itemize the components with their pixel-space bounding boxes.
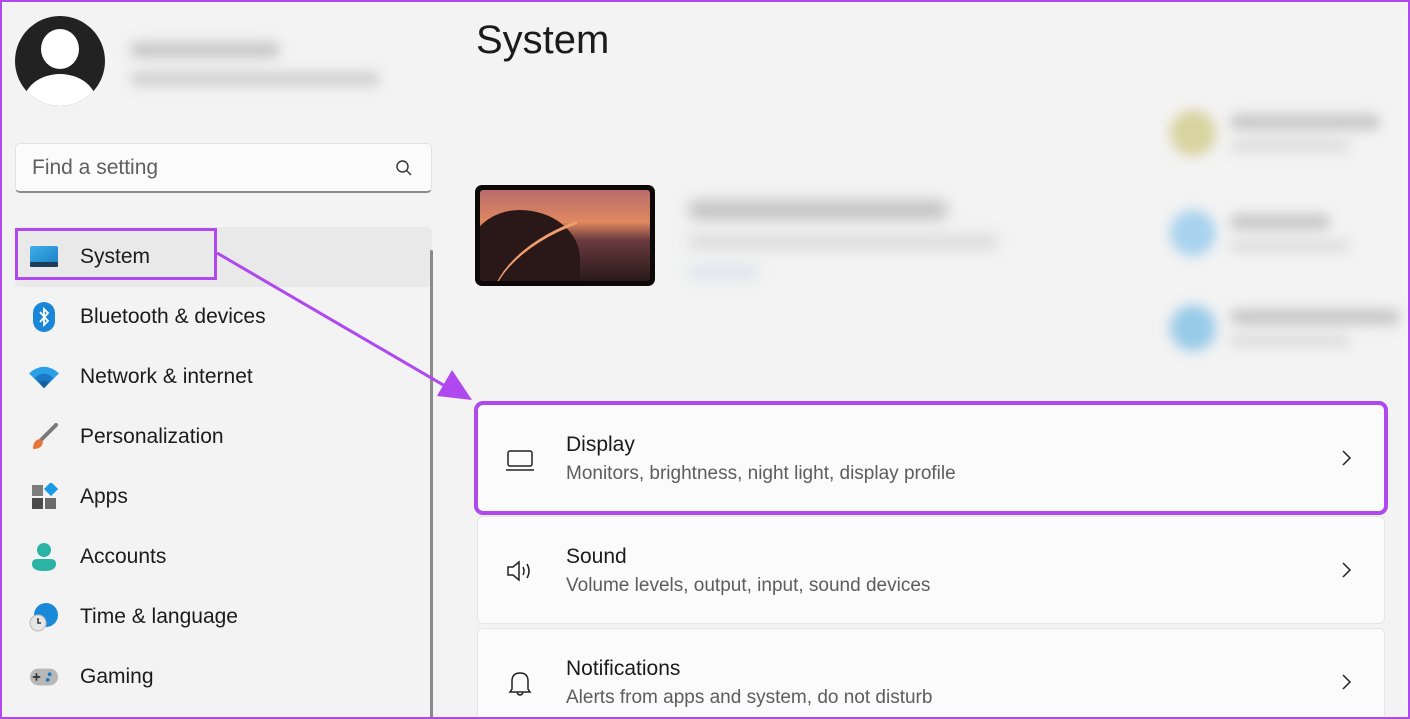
settings-cards: Display Monitors, brightness, night ligh…: [474, 401, 1388, 719]
blurred-status-subtitle: [1230, 240, 1350, 252]
blurred-status-subtitle: [1230, 140, 1350, 152]
chevron-right-icon: [1342, 674, 1352, 690]
sidebar-item-label: Bluetooth & devices: [80, 305, 266, 328]
sidebar-item-label: Time & language: [80, 605, 238, 628]
card-subtitle: Alerts from apps and system, do not dist…: [566, 687, 933, 708]
paintbrush-icon: [29, 422, 59, 452]
blurred-quick-status: [1160, 100, 1410, 370]
blurred-status-subtitle: [1230, 335, 1350, 347]
blurred-status-title: [1230, 214, 1330, 230]
card-sound[interactable]: Sound Volume levels, output, input, soun…: [477, 516, 1385, 624]
speaker-icon: [507, 560, 530, 582]
sidebar-item-label: Gaming: [80, 665, 154, 688]
sidebar-item-label: Apps: [80, 485, 128, 508]
bell-icon: [508, 672, 532, 696]
sidebar-item-label: Personalization: [80, 425, 224, 448]
annotation-arrow-head: [437, 370, 472, 400]
card-title: Sound: [566, 545, 627, 568]
laptop-icon: [506, 450, 534, 471]
card-notifications[interactable]: Notifications Alerts from apps and syste…: [477, 628, 1385, 719]
avatar-body-shape: [23, 74, 97, 106]
sidebar-item-label: Accounts: [80, 545, 167, 568]
sidebar-item-time-language[interactable]: Time & language: [15, 587, 432, 647]
blurred-status-icon: [1170, 110, 1216, 156]
chevron-right-icon: [1342, 562, 1352, 578]
sidebar-item-gaming[interactable]: Gaming: [15, 647, 432, 707]
sidebar-item-apps[interactable]: Apps: [15, 467, 432, 527]
blurred-status-title: [1230, 114, 1380, 130]
sidebar-item-network[interactable]: Network & internet: [15, 347, 432, 407]
blurred-rename-link: [688, 265, 758, 279]
apps-icon: [29, 482, 59, 512]
avatar-head-shape: [41, 29, 79, 69]
blurred-device-info: [678, 180, 1008, 300]
blurred-status-item: [1160, 295, 1410, 365]
annotation-highlight-system: [15, 228, 217, 280]
user-avatar[interactable]: [15, 16, 105, 106]
sidebar-item-personalization[interactable]: Personalization: [15, 407, 432, 467]
wifi-icon: [29, 362, 59, 392]
blurred-device-model: [688, 235, 998, 249]
card-subtitle: Volume levels, output, input, sound devi…: [566, 575, 931, 596]
chevron-right-icon: [1342, 450, 1352, 466]
blurred-user-info: [120, 20, 392, 108]
sidebar: System Bluetooth & devices Network & int…: [0, 0, 440, 719]
search-icon[interactable]: [395, 159, 413, 177]
sidebar-scrollbar[interactable]: [430, 250, 433, 719]
gamepad-icon: [29, 662, 59, 692]
card-title: Display: [566, 433, 635, 456]
card-display[interactable]: Display Monitors, brightness, night ligh…: [474, 401, 1388, 515]
settings-search-box[interactable]: [15, 143, 432, 193]
sidebar-item-bluetooth[interactable]: Bluetooth & devices: [15, 287, 432, 347]
blurred-user-email: [130, 72, 380, 86]
wallpaper-image: [480, 190, 650, 281]
blurred-status-item: [1160, 100, 1410, 170]
card-title: Notifications: [566, 657, 681, 680]
search-input[interactable]: [16, 155, 376, 180]
page-title: System: [476, 18, 610, 62]
sidebar-item-label: Network & internet: [80, 365, 253, 388]
bluetooth-icon: [29, 302, 59, 332]
blurred-user-name: [130, 42, 280, 58]
card-subtitle: Monitors, brightness, night light, displ…: [566, 463, 956, 484]
blurred-status-icon: [1170, 305, 1216, 351]
blurred-status-icon: [1170, 210, 1216, 256]
globe-clock-icon: [29, 602, 59, 632]
blurred-status-item: [1160, 200, 1410, 270]
blurred-status-title: [1230, 309, 1400, 325]
account-icon: [29, 542, 59, 572]
blurred-device-name: [688, 200, 948, 220]
sidebar-nav: System Bluetooth & devices Network & int…: [15, 227, 432, 707]
device-wallpaper-thumbnail: [475, 185, 655, 286]
sidebar-item-accounts[interactable]: Accounts: [15, 527, 432, 587]
